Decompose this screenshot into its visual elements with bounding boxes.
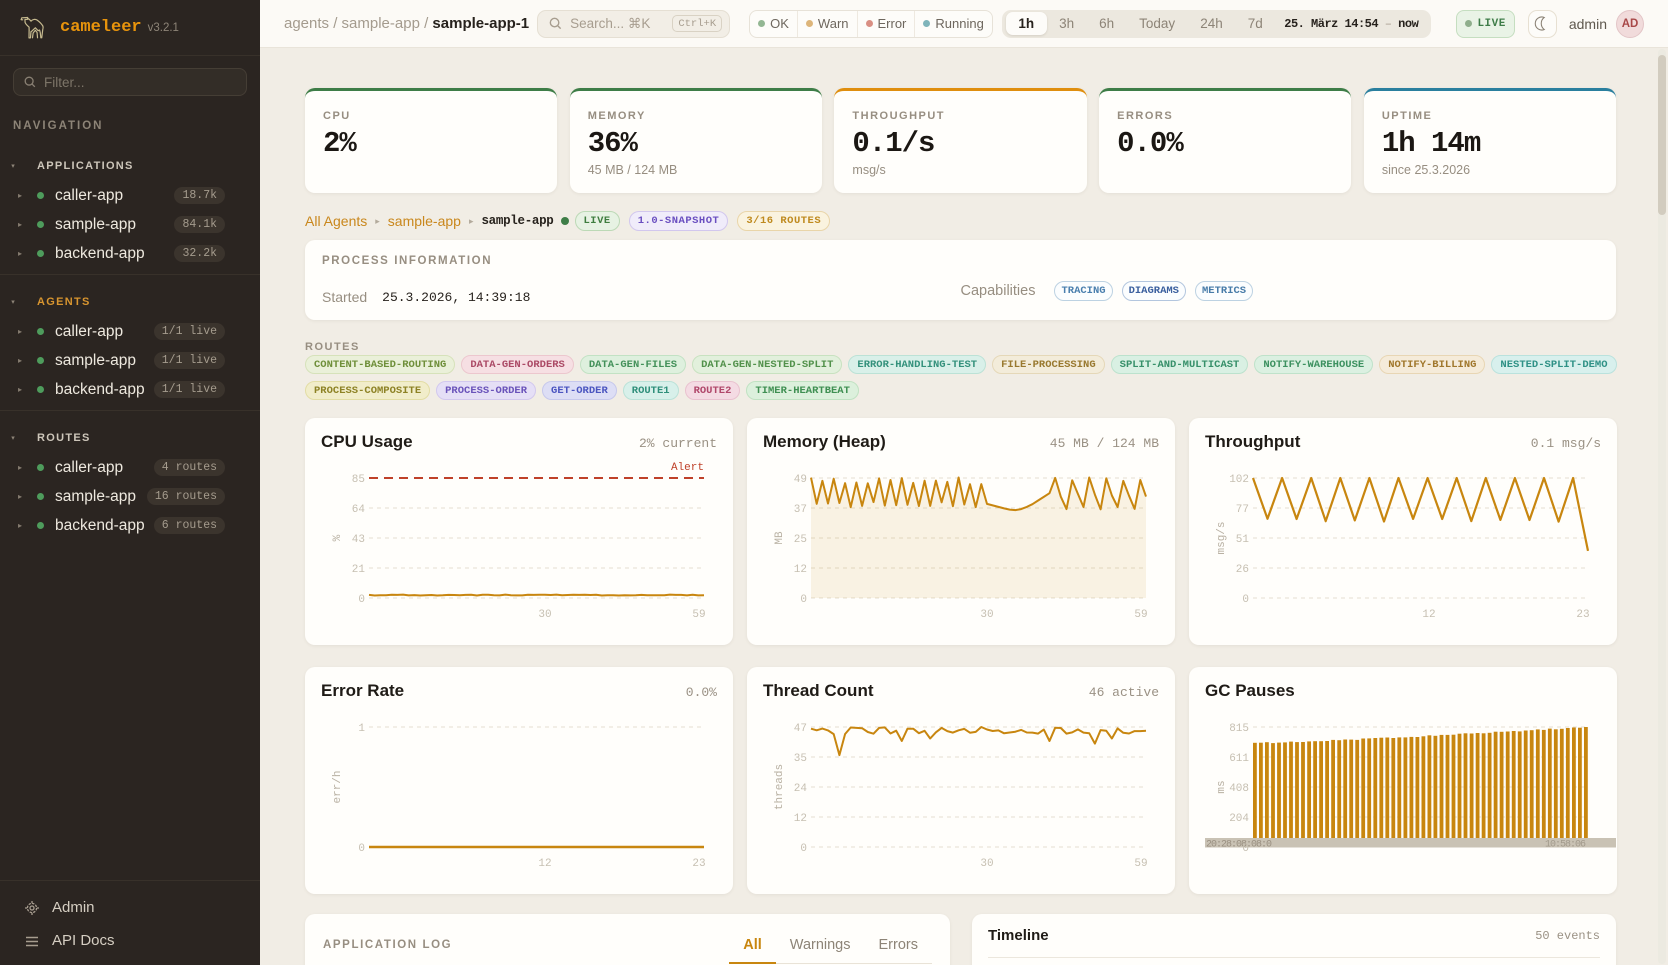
svg-text:43: 43 <box>352 534 365 546</box>
svg-text:21: 21 <box>352 564 366 576</box>
svg-text:0: 0 <box>800 843 807 855</box>
svg-text:20:28:08:08:0: 20:28:08:08:0 <box>1206 840 1272 851</box>
svg-text:35: 35 <box>794 753 807 765</box>
svg-text:408: 408 <box>1229 783 1249 795</box>
svg-text:85: 85 <box>352 474 365 486</box>
svg-text:12: 12 <box>1422 609 1435 621</box>
svg-text:51: 51 <box>1236 534 1250 546</box>
svg-text:threads: threads <box>774 764 786 810</box>
svg-text:204: 204 <box>1229 813 1249 825</box>
svg-text:47: 47 <box>794 723 807 735</box>
svg-text:12: 12 <box>538 858 551 870</box>
svg-text:ms: ms <box>1216 780 1228 793</box>
svg-text:err/h: err/h <box>332 770 344 803</box>
svg-text:Alert: Alert <box>671 462 704 474</box>
svg-text:0: 0 <box>1242 594 1249 606</box>
svg-text:77: 77 <box>1236 504 1249 516</box>
svg-text:30: 30 <box>538 609 551 621</box>
svg-text:23: 23 <box>1576 609 1589 621</box>
svg-text:1: 1 <box>358 723 365 735</box>
svg-text:23: 23 <box>692 858 705 870</box>
svg-text:37: 37 <box>794 504 807 516</box>
svg-text:MB: MB <box>774 531 786 545</box>
svg-text:59: 59 <box>1134 858 1147 870</box>
svg-text:611: 611 <box>1229 753 1249 765</box>
svg-text:30: 30 <box>980 858 993 870</box>
svg-text:12: 12 <box>794 564 807 576</box>
svg-text:102: 102 <box>1229 474 1249 486</box>
svg-text:%: % <box>332 534 344 541</box>
svg-text:815: 815 <box>1229 723 1249 735</box>
svg-text:0: 0 <box>358 594 365 606</box>
svg-text:30: 30 <box>980 609 993 621</box>
svg-text:26: 26 <box>1236 564 1249 576</box>
svg-text:49: 49 <box>794 474 807 486</box>
svg-text:10:58:06: 10:58:06 <box>1545 840 1586 851</box>
svg-text:0: 0 <box>358 843 365 855</box>
svg-text:59: 59 <box>1134 609 1147 621</box>
svg-text:msg/s: msg/s <box>1216 521 1228 554</box>
svg-text:64: 64 <box>352 504 366 516</box>
svg-text:0: 0 <box>800 594 807 606</box>
svg-text:59: 59 <box>692 609 705 621</box>
svg-text:12: 12 <box>794 813 807 825</box>
svg-text:24: 24 <box>794 783 808 795</box>
svg-text:0: 0 <box>1242 843 1249 855</box>
svg-text:25: 25 <box>794 534 807 546</box>
